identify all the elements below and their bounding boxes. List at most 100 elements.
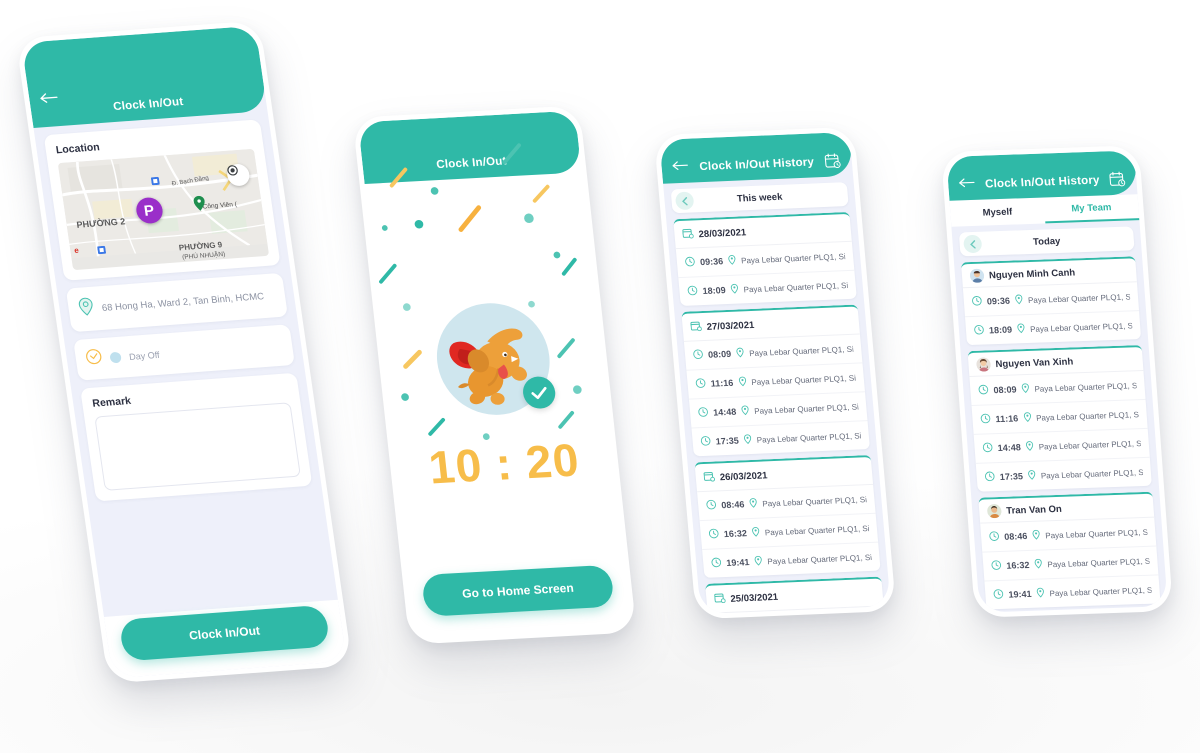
entry-location: Paya Lebar Quarter PLQ1, Singap... — [764, 523, 870, 537]
history-day-group: 26/03/2021 08:46 Paya Lebar Quarter PLQ1… — [694, 454, 881, 578]
appbar: Clock In/Out — [21, 25, 268, 128]
clock-in-out-button[interactable]: Clock In/Out — [118, 604, 331, 662]
location-pin-icon — [1032, 527, 1041, 545]
location-pin-icon — [749, 495, 759, 513]
clock-entry-icon — [708, 525, 720, 543]
entry-location: Paya Lebar Quarter PLQ1, Singap... — [1038, 438, 1142, 452]
entry-time: 18:09 — [702, 285, 727, 297]
history-day-group: 25/03/2021 08:46 Paya Lebar Quarter PLQ1… — [705, 576, 889, 615]
screen-clock-in-out: Clock In/Out Location PHƯỜNG 2 Đ. Bạch Đ… — [21, 25, 347, 679]
go-to-home-screen-button[interactable]: Go to Home Screen — [421, 564, 615, 617]
location-pin-icon — [754, 553, 764, 571]
location-pin-icon — [727, 252, 737, 270]
map-view[interactable]: PHƯỜNG 2 Đ. Bạch Đằng Công Viên ( PHƯỜNG… — [57, 148, 270, 271]
history-list: 28/03/2021 09:36 Paya Lebar Quarter PLQ1… — [666, 211, 891, 615]
phone-mockup-clock-in-out: Clock In/Out Location PHƯỜNG 2 Đ. Bạch Đ… — [15, 20, 353, 684]
location-pin-icon — [730, 281, 740, 299]
clock-entry-icon — [692, 346, 704, 364]
location-pin-icon — [738, 373, 748, 391]
history-entry[interactable]: 17:35 Paya Lebar Quarter PLQ1, Singap... — [692, 421, 870, 456]
entry-time: 18:09 — [988, 324, 1013, 336]
entry-time: 09:36 — [699, 256, 724, 268]
clock-entry-icon — [982, 439, 993, 457]
calendar-icon — [714, 590, 727, 608]
page-title: Clock In/Out History — [698, 156, 815, 174]
clock-entry-icon — [989, 528, 1000, 546]
page-title: Clock In/Out — [435, 155, 508, 172]
group-date: 27/03/2021 — [706, 319, 755, 333]
history-entry[interactable]: 18:09 Paya Lebar Quarter PLQ1, Singap... — [965, 311, 1141, 345]
map-label-phu-nhuan: (PHÚ NHUẬN) — [181, 251, 226, 262]
showcase-stage: Clock In/Out Location PHƯỜNG 2 Đ. Bạch Đ… — [0, 0, 1200, 753]
entry-location: Paya Lebar Quarter PLQ1, Singap... — [1047, 556, 1150, 569]
location-pin-icon — [1022, 409, 1031, 427]
location-pin-icon — [1036, 584, 1045, 602]
clock-entry-icon — [697, 404, 709, 422]
history-entry[interactable]: 17:35 Paya Lebar Quarter PLQ1, Singap... — [976, 458, 1152, 492]
entry-location: Paya Lebar Quarter PLQ1, Singap... — [1029, 320, 1133, 334]
entry-location: Paya Lebar Quarter PLQ1, Singap... — [750, 373, 857, 387]
history-entry[interactable]: 19:41 Paya Lebar Quarter PLQ1, Singap... — [702, 543, 880, 578]
history-day-group: 28/03/2021 09:36 Paya Lebar Quarter PLQ1… — [673, 211, 857, 306]
history-entry[interactable]: 19:41 Paya Lebar Quarter PLQ1, Singap... — [984, 575, 1160, 609]
phone-mockup-history-myself: Clock In/Out History This week 28/03/202… — [653, 126, 897, 620]
remark-input[interactable] — [94, 402, 301, 491]
tab-myself[interactable]: Myself — [949, 197, 1045, 226]
entry-time: 09:36 — [986, 295, 1011, 307]
clock-entry-icon — [973, 322, 984, 340]
calendar-icon — [703, 469, 716, 487]
chevron-left-icon[interactable] — [963, 234, 983, 254]
appbar: Clock In/Out — [357, 110, 582, 185]
entry-time: 11:16 — [710, 377, 734, 389]
member-name: Nguyen Van Xinh — [995, 355, 1074, 370]
entry-location: Paya Lebar Quarter PLQ1, Singap... — [756, 430, 862, 445]
location-pin-icon — [751, 524, 761, 542]
history-entry[interactable]: 18:09 Paya Lebar Quarter PLQ1, Singap... — [678, 271, 856, 306]
range-selector[interactable]: Today — [958, 226, 1135, 257]
entry-time: 14:48 — [997, 442, 1022, 454]
avatar — [986, 503, 1002, 519]
member-header[interactable]: Pham Hong Minh — [987, 611, 1163, 613]
entry-location: Paya Lebar Quarter PLQ1, Singap... — [1034, 380, 1137, 394]
team-member-group: Pham Hong Minh 08:46 Paya Lebar Quarter … — [986, 609, 1165, 613]
avatar — [976, 357, 992, 372]
remark-card: Remark — [80, 372, 313, 502]
address-text: 68 Hong Ha, Ward 2, Tan Binh, HCMC — [101, 290, 265, 314]
team-member-group: Nguyen Van Xinh 08:09 Paya Lebar Quarter… — [967, 345, 1152, 492]
entry-time: 08:46 — [1003, 531, 1028, 542]
team-member-group: Tran Van On 08:46 Paya Lebar Quarter PLQ… — [978, 491, 1161, 610]
clock-entry-icon — [984, 468, 995, 486]
address-card[interactable]: 68 Hong Ha, Ward 2, Tan Binh, HCMC — [65, 272, 288, 333]
entry-location: Paya Lebar Quarter PLQ1, Singap... — [1044, 527, 1148, 540]
calendar-icon — [690, 318, 703, 336]
entry-location: Paya Lebar Quarter PLQ1, Singap... — [753, 402, 859, 416]
map-label-phuong-9: PHƯỜNG 9 — [178, 239, 223, 252]
range-selector[interactable]: This week — [670, 182, 849, 214]
entry-location: Paya Lebar Quarter PLQ1, Singap... — [1040, 467, 1144, 481]
clock-entry-icon — [980, 410, 991, 428]
calendar-clock-icon[interactable] — [824, 152, 841, 169]
entry-location: Paya Lebar Quarter PLQ1, Singap... — [740, 251, 846, 265]
clock-entry-icon — [695, 375, 707, 393]
entry-time: 16:32 — [723, 528, 748, 540]
tab-my-team[interactable]: My Team — [1043, 194, 1140, 224]
entry-location: Paya Lebar Quarter PLQ1, Singap... — [1027, 291, 1131, 305]
entry-time: 14:48 — [712, 406, 737, 418]
entry-location: Paya Lebar Quarter PLQ1, Singap... — [761, 494, 867, 508]
entry-location: Paya Lebar Quarter PLQ1, Singap... — [1049, 585, 1152, 598]
calendar-clock-icon[interactable] — [1109, 171, 1126, 188]
back-arrow-icon[interactable] — [38, 90, 60, 103]
history-day-group: 27/03/2021 08:09 Paya Lebar Quarter PLQ1… — [681, 304, 870, 457]
location-card: Location PHƯỜNG 2 Đ. Bạch Đằng Công Viên… — [43, 119, 281, 281]
day-off-card[interactable]: Day Off — [73, 324, 295, 381]
screen-clock-success: Clock In/Out 10: 20 Go to Home Screen — [357, 110, 632, 640]
day-off-label: Day Off — [128, 349, 161, 362]
group-date: 28/03/2021 — [698, 226, 747, 240]
back-arrow-icon[interactable] — [671, 158, 692, 171]
back-arrow-icon[interactable] — [958, 175, 979, 188]
clock-entry-icon — [687, 282, 699, 300]
chevron-left-icon[interactable] — [674, 191, 695, 211]
day-off-checkbox[interactable] — [109, 351, 122, 364]
range-label: Today — [1032, 235, 1061, 248]
location-pin-icon — [77, 297, 95, 322]
